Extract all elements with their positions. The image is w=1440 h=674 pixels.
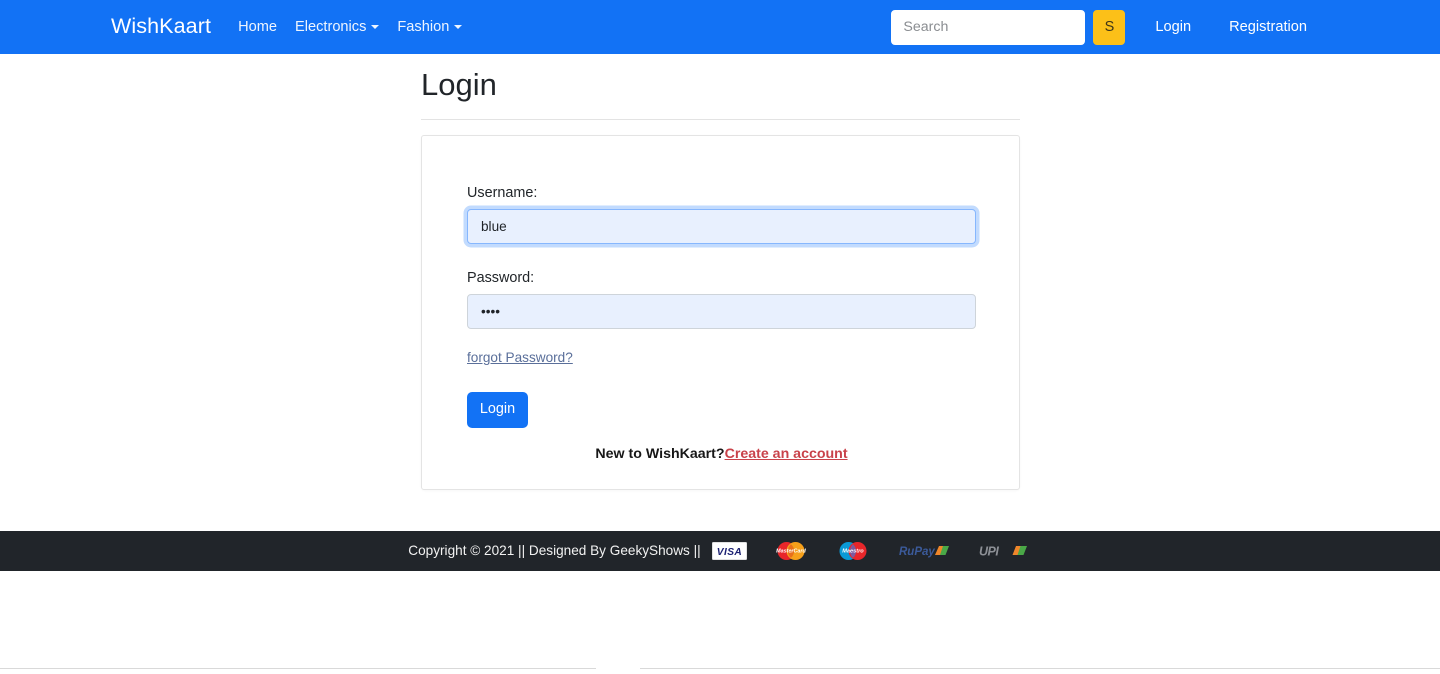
nav-item-electronics[interactable]: Electronics (286, 20, 388, 35)
svg-text:VISA: VISA (716, 547, 741, 558)
login-container: Login Username: Password: forgot Passwor… (421, 54, 1020, 491)
rupay-logo: RuPay (897, 541, 952, 561)
svg-text:Maestro: Maestro (842, 549, 864, 555)
password-label: Password: (467, 269, 535, 286)
username-label: Username: (467, 185, 538, 202)
maestro-logo: Maestro (835, 541, 871, 561)
navbar-right-section: S Login Registration (891, 9, 1316, 45)
password-input[interactable] (467, 293, 976, 329)
chevron-down-icon (454, 25, 463, 29)
nav-item-home[interactable]: Home (229, 20, 286, 35)
chevron-down-icon (371, 25, 380, 29)
create-account-link[interactable]: Create an account (725, 446, 848, 462)
forgot-password-link[interactable]: forgot Password? (467, 350, 573, 365)
copyright-text: Copyright © 2021 || Designed By GeekySho… (408, 543, 701, 559)
login-form: Username: Password: forgot Password? Log… (467, 184, 976, 462)
login-card: Username: Password: forgot Password? Log… (421, 135, 1020, 491)
payment-logos: VISA MasterCard Maestro RuPay UPI (711, 541, 1032, 561)
title-divider (421, 119, 1020, 121)
visa-logo: VISA (711, 541, 747, 561)
username-input[interactable] (467, 208, 976, 244)
login-submit-button[interactable]: Login (467, 391, 528, 428)
page-title: Login (421, 67, 497, 102)
page-content: Login Username: Password: forgot Passwor… (0, 54, 1440, 531)
bottom-divider-gap (596, 668, 640, 669)
brand-logo[interactable]: WishKaart (111, 16, 211, 38)
nav-item-home-label: Home (238, 18, 278, 35)
search-button[interactable]: S (1093, 9, 1126, 45)
nav-item-login[interactable]: Login (1146, 20, 1200, 35)
nav-item-electronics-label: Electronics (295, 18, 367, 35)
below-fold-area (0, 571, 1440, 674)
top-navbar: WishKaart Home Electronics Fashion S Log… (0, 0, 1440, 54)
mastercard-logo: MasterCard (773, 541, 809, 561)
password-field-group: Password: (467, 269, 976, 329)
bottom-divider (0, 668, 1440, 669)
page-footer: Copyright © 2021 || Designed By GeekySho… (0, 531, 1440, 571)
nav-item-registration[interactable]: Registration (1220, 20, 1316, 35)
svg-text:UPI: UPI (979, 545, 999, 559)
username-field-group: Username: (467, 184, 976, 244)
signup-prompt-row: New to WishKaart?Create an account (467, 446, 976, 463)
primary-nav: Home Electronics Fashion (229, 20, 471, 35)
svg-text:RuPay: RuPay (899, 546, 935, 558)
upi-logo: UPI (978, 541, 1032, 561)
field-spacer (467, 244, 976, 269)
nav-item-fashion[interactable]: Fashion (388, 20, 471, 35)
nav-item-fashion-label: Fashion (397, 18, 450, 35)
search-input[interactable] (891, 9, 1086, 45)
svg-text:MasterCard: MasterCard (776, 549, 806, 555)
signup-prompt-text: New to WishKaart? (595, 445, 725, 462)
